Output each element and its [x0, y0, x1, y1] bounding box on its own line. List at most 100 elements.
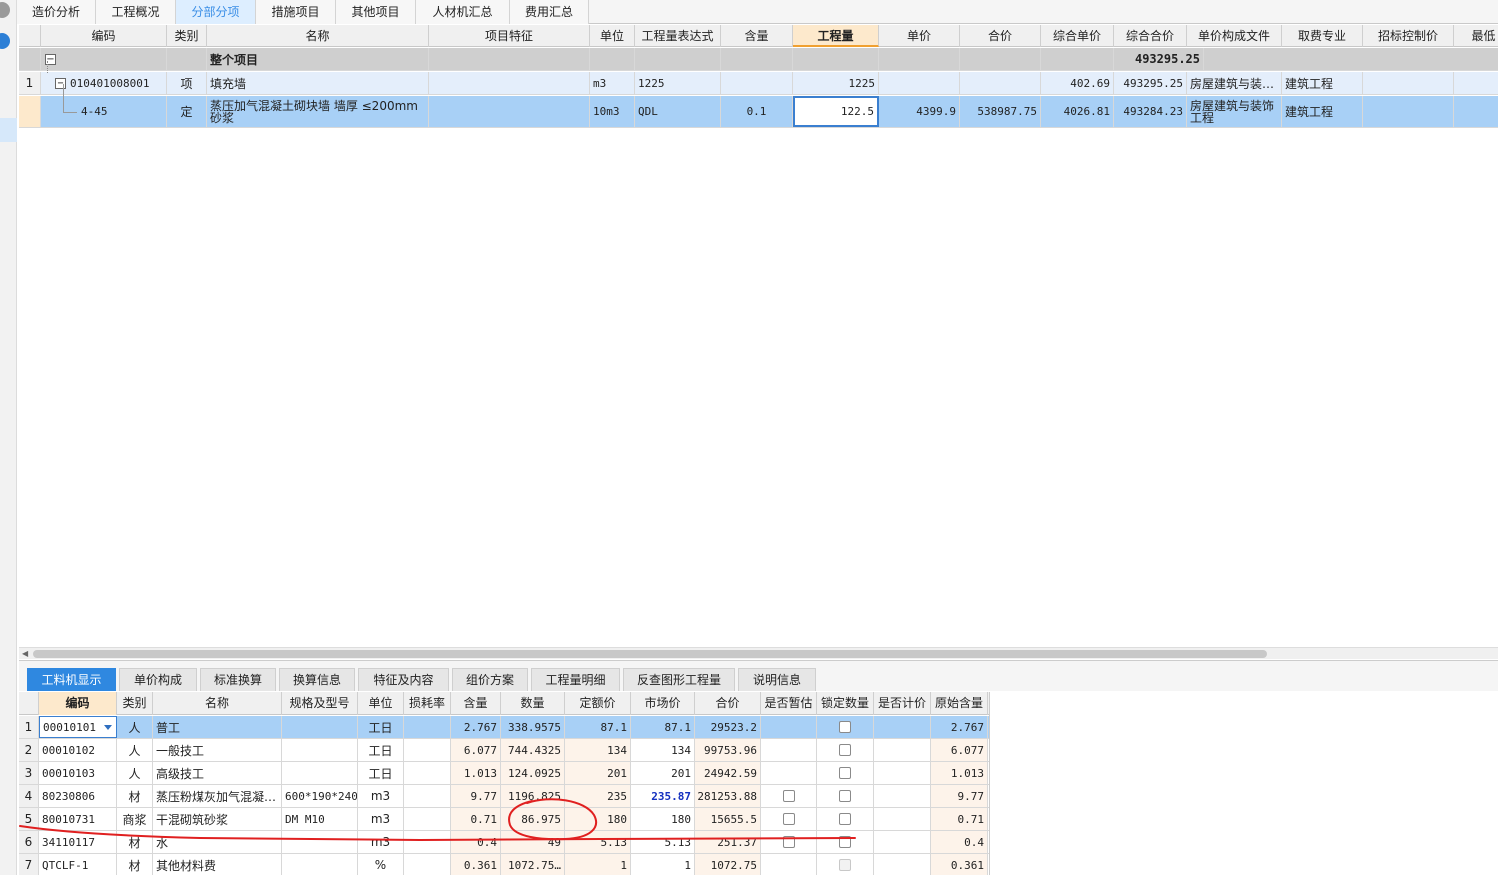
navigator-icon[interactable] [0, 33, 10, 49]
code-cell[interactable]: 80230806 [39, 785, 117, 807]
code-cell[interactable]: 00010101 [39, 716, 117, 738]
col-composite-total[interactable]: 综合合价 [1114, 25, 1187, 47]
original-content-cell[interactable]: 0.4 [931, 831, 988, 853]
original-content-cell[interactable]: 0.71 [931, 808, 988, 830]
col-feature[interactable]: 项目特征 [429, 25, 590, 47]
content-cell[interactable]: 0.1 [721, 96, 793, 127]
market-price-cell[interactable]: 134 [631, 739, 695, 761]
unit-price-cell[interactable] [879, 72, 960, 94]
type-cell[interactable]: 项 [167, 72, 207, 94]
collapse-icon[interactable] [0, 2, 10, 18]
is-priced-cell[interactable] [874, 739, 931, 761]
type-cell[interactable]: 材 [117, 831, 153, 853]
col-fee-major[interactable]: 取费专业 [1282, 25, 1363, 47]
total-cell[interactable]: 281253.88 [695, 785, 761, 807]
unit-cell[interactable]: % [358, 854, 404, 875]
col-lowest[interactable]: 最低 [1454, 25, 1498, 47]
col-unit[interactable]: 单位 [358, 692, 404, 715]
is-priced-cell[interactable] [874, 716, 931, 738]
loss-rate-cell[interactable] [404, 808, 451, 830]
original-content-cell[interactable]: 1.013 [931, 762, 988, 784]
code-cell[interactable]: 00010103 [39, 762, 117, 784]
horizontal-scrollbar[interactable]: ◀ [19, 647, 1498, 659]
amount-cell[interactable]: 124.0925 [501, 762, 565, 784]
sidebar-selected-item[interactable] [0, 118, 17, 142]
col-is-priced[interactable]: 是否计价 [874, 692, 931, 715]
is-estimate-cell[interactable] [761, 785, 817, 807]
is-priced-cell[interactable] [874, 808, 931, 830]
table-row[interactable]: 2 00010102 人一般技工 工日 6.077 744.4325 134 134 99753… [19, 739, 989, 762]
tab-fee-summary[interactable]: 费用汇总 [510, 0, 589, 24]
table-row-total[interactable]: − 整个项目 493295.25 [19, 48, 1498, 71]
tab-conversion-info[interactable]: 换算信息 [279, 668, 355, 691]
table-row-selected[interactable]: 4-45 定 蒸压加气混凝土砌块墙 墙厚 ≤200mm 砂浆 10m3 QDL … [19, 96, 1498, 128]
market-price-cell[interactable]: 235.87 [631, 785, 695, 807]
col-code[interactable]: 编码 [41, 25, 167, 47]
type-cell[interactable]: 人 [117, 716, 153, 738]
col-content[interactable]: 含量 [451, 692, 501, 715]
name-cell[interactable]: 一般技工 [153, 739, 282, 761]
lock-quantity-cell[interactable] [817, 716, 874, 738]
lock-checkbox[interactable] [839, 836, 851, 848]
spec-cell[interactable]: 600*190*240 [282, 785, 358, 807]
name-cell[interactable]: 蒸压粉煤灰加气混凝… [153, 785, 282, 807]
original-content-cell[interactable]: 6.077 [931, 739, 988, 761]
market-price-cell[interactable]: 201 [631, 762, 695, 784]
spec-cell[interactable]: DM M10 [282, 808, 358, 830]
type-cell[interactable]: 人 [117, 762, 153, 784]
col-type[interactable]: 类别 [167, 25, 207, 47]
unit-cell[interactable]: 工日 [358, 762, 404, 784]
scrollbar-thumb[interactable] [33, 650, 1267, 658]
table-row[interactable]: 7 QTCLF-1 材其他材料费% 0.361 1072.75… 1 1 1072.75 0.3… [19, 854, 989, 875]
unit-cell[interactable]: 工日 [358, 716, 404, 738]
total-cell[interactable]: 24942.59 [695, 762, 761, 784]
table-row[interactable]: 6 34110117 材水 m3 0.4 49 5.13 5.13 251.37 0.4 [19, 831, 989, 854]
content-cell[interactable]: 0.361 [451, 854, 501, 875]
tab-measures[interactable]: 措施项目 [256, 0, 336, 24]
col-unit-price[interactable]: 单价 [879, 25, 960, 47]
base-price-cell[interactable]: 180 [565, 808, 631, 830]
type-cell[interactable]: 定 [167, 96, 207, 127]
content-cell[interactable]: 9.77 [451, 785, 501, 807]
col-tender-control-price[interactable]: 招标控制价 [1363, 25, 1454, 47]
lock-checkbox[interactable] [839, 744, 851, 756]
code-cell[interactable]: QTCLF-1 [39, 854, 117, 875]
name-cell[interactable]: 蒸压加气混凝土砌块墙 墙厚 ≤200mm 砂浆 [207, 96, 429, 127]
tab-description[interactable]: 说明信息 [738, 668, 816, 691]
table-row[interactable]: 5 80010731 商浆 干混砌筑砂浆 DM M10 m3 0.71 86.975 180 18… [19, 808, 989, 831]
estimate-checkbox[interactable] [782, 813, 795, 825]
is-priced-cell[interactable] [874, 762, 931, 784]
col-loss-rate[interactable]: 损耗率 [404, 692, 451, 715]
table-row-selected[interactable]: 1 00010101 人普工 工日 2.767 338.9575 87.1 87.1 29523… [19, 716, 989, 739]
base-price-cell[interactable]: 235 [565, 785, 631, 807]
lock-checkbox[interactable] [839, 813, 851, 825]
tab-itemized[interactable]: 分部分项 [176, 0, 256, 24]
tab-pricing-scheme[interactable]: 组价方案 [452, 668, 528, 691]
scroll-left-icon[interactable]: ◀ [22, 649, 28, 658]
col-amount[interactable]: 数量 [501, 692, 565, 715]
lock-quantity-cell[interactable] [817, 831, 874, 853]
unit-price-cell[interactable]: 4399.9 [879, 96, 960, 127]
price-file-cell[interactable]: 房屋建筑与装… [1187, 72, 1282, 94]
feature-cell[interactable] [429, 72, 590, 94]
table-row[interactable]: 4 80230806 材蒸压粉煤灰加气混凝… 600*190*240 m3 9.77 119… [19, 785, 989, 808]
col-name[interactable]: 名称 [207, 25, 429, 47]
lock-checkbox[interactable] [839, 790, 851, 802]
loss-rate-cell[interactable] [404, 831, 451, 853]
col-price-file[interactable]: 单价构成文件 [1187, 25, 1282, 47]
unit-cell[interactable]: 10m3 [590, 96, 635, 127]
name-cell[interactable]: 干混砌筑砂浆 [153, 808, 282, 830]
base-price-cell[interactable]: 134 [565, 739, 631, 761]
col-name[interactable]: 名称 [153, 692, 282, 715]
is-estimate-cell[interactable] [761, 739, 817, 761]
content-cell[interactable]: 2.767 [451, 716, 501, 738]
name-cell[interactable]: 填充墙 [207, 72, 429, 94]
col-market-price[interactable]: 市场价 [631, 692, 695, 715]
unit-cell[interactable]: m3 [358, 785, 404, 807]
is-estimate-cell[interactable] [761, 854, 817, 875]
loss-rate-cell[interactable] [404, 762, 451, 784]
col-is-estimate[interactable]: 是否暂估 [761, 692, 817, 715]
code-cell[interactable]: 34110117 [39, 831, 117, 853]
lock-quantity-cell[interactable] [817, 739, 874, 761]
spec-cell[interactable] [282, 831, 358, 853]
